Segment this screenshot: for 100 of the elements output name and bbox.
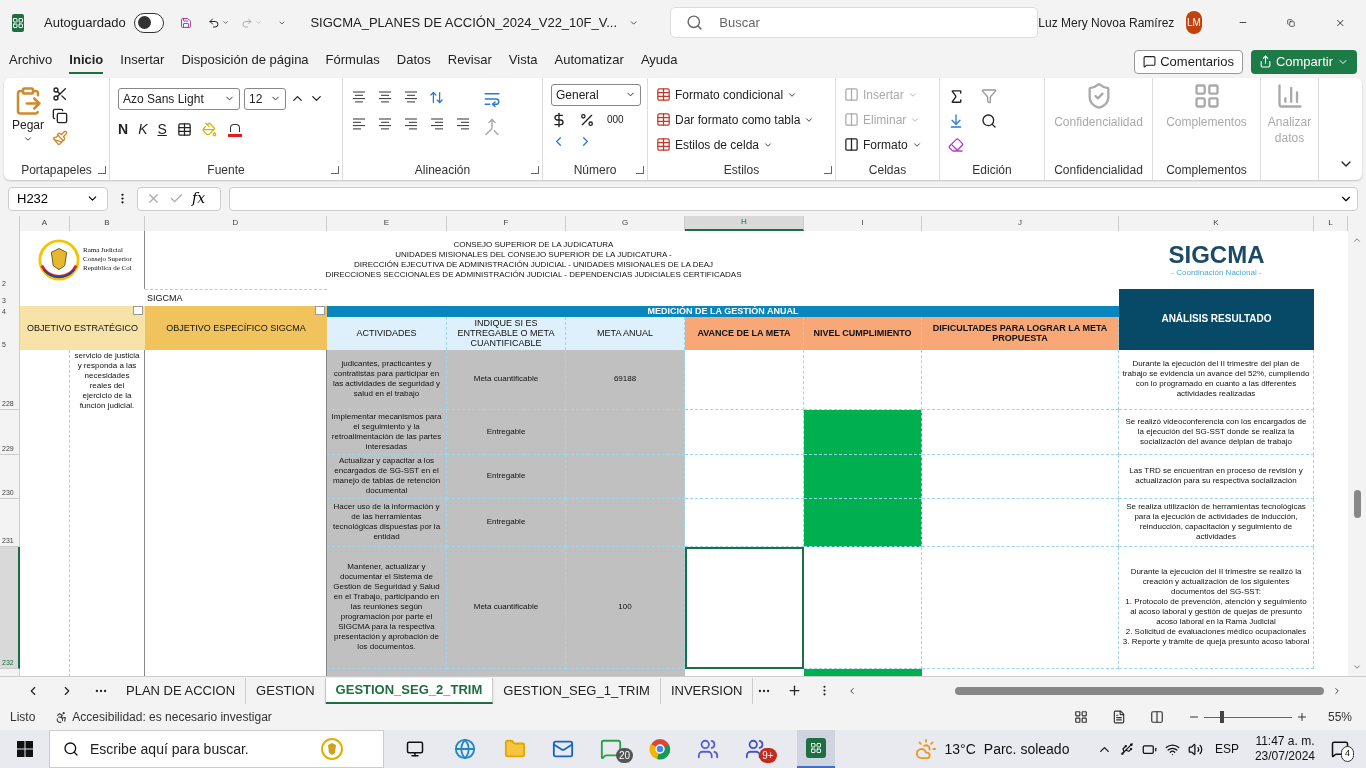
zoom-level[interactable]: 55%	[1327, 708, 1352, 727]
percent-icon[interactable]	[579, 111, 595, 128]
scroll-thumb[interactable]	[955, 686, 1324, 695]
mail-icon[interactable]	[552, 738, 574, 760]
browser-icon[interactable]	[454, 738, 476, 760]
user-avatar[interactable]: LM	[1186, 11, 1202, 35]
scroll-right-icon[interactable]	[1332, 685, 1342, 696]
decrease-indent-icon[interactable]	[429, 116, 445, 131]
share-button[interactable]: Compartir	[1250, 49, 1357, 74]
spreadsheet-app-icon[interactable]	[796, 730, 835, 768]
comments-button[interactable]: Comentarios	[1134, 49, 1243, 74]
font-name-field[interactable]: Azo Sans Light	[118, 87, 240, 110]
underline-button[interactable]: S	[157, 118, 167, 140]
menu-tab[interactable]: Ayuda	[640, 50, 678, 74]
font-color-icon[interactable]	[226, 121, 243, 138]
column-header[interactable]: B	[70, 215, 145, 231]
name-box[interactable]: H232	[8, 186, 108, 211]
sheet-tab[interactable]: GESTION_SEG_2_TRIM	[325, 677, 494, 704]
formula-field[interactable]	[229, 186, 1358, 211]
menu-tab[interactable]: Vista	[508, 50, 538, 74]
currency-icon[interactable]	[551, 111, 567, 128]
column-header[interactable]: H	[685, 215, 804, 231]
column-header[interactable]: L	[1314, 215, 1348, 231]
borders-icon[interactable]	[176, 121, 192, 137]
cells-menu-button[interactable]: Formato	[844, 135, 922, 154]
menu-tab[interactable]: Revisar	[447, 50, 492, 74]
increase-indent-icon[interactable]	[455, 116, 471, 131]
zoom-slider[interactable]	[1203, 711, 1292, 724]
page-layout-icon[interactable]	[1111, 710, 1126, 725]
filter-dropdown-icon[interactable]	[315, 305, 325, 315]
filter-dropdown-icon[interactable]	[133, 305, 143, 315]
dialog-launcher-icon[interactable]	[636, 165, 644, 174]
menu-tab[interactable]: Insertar	[120, 50, 165, 74]
menu-tab[interactable]: Datos	[396, 50, 431, 74]
thousands-button[interactable]: 000	[607, 112, 624, 128]
insert-function-button[interactable]: fx	[192, 188, 206, 210]
style-menu-button[interactable]: Formato condicional	[656, 85, 815, 104]
align-center-icon[interactable]	[377, 116, 393, 131]
number-format-field[interactable]: General	[551, 83, 641, 106]
fill-down-icon[interactable]	[948, 112, 964, 129]
italic-button[interactable]: K	[138, 118, 148, 140]
column-header[interactable]: K	[1119, 215, 1314, 231]
column-header[interactable]: E	[327, 215, 447, 231]
column-header[interactable]: F	[447, 215, 566, 231]
sort-filter-icon[interactable]	[981, 87, 997, 104]
volume-icon[interactable]	[1187, 741, 1203, 757]
menu-tab[interactable]: Archivo	[9, 50, 53, 74]
format-painter-icon[interactable]	[52, 129, 69, 146]
menu-tab[interactable]: Fórmulas	[325, 50, 380, 74]
orientation-icon[interactable]	[429, 89, 444, 105]
style-menu-button[interactable]: Estilos de celda	[656, 135, 815, 154]
dialog-launcher-icon[interactable]	[531, 165, 539, 174]
task-view-icon[interactable]	[406, 740, 424, 758]
menu-tab[interactable]: Automatizar	[554, 50, 624, 74]
normal-view-icon[interactable]	[1073, 710, 1088, 725]
eraser-icon[interactable]	[948, 136, 964, 153]
search-field[interactable]: Buscar	[670, 7, 1039, 39]
team-chat-icon[interactable]	[697, 738, 720, 760]
align-top-icon[interactable]	[351, 90, 367, 105]
page-break-icon[interactable]	[1149, 710, 1164, 725]
column-header[interactable]: J	[922, 215, 1119, 231]
file-name[interactable]: SIGCMA_PLANES DE ACCIÓN_2024_V22_10F_V...	[310, 13, 618, 33]
zoom-in-icon[interactable]	[1295, 711, 1308, 724]
bold-button[interactable]: N	[118, 118, 129, 140]
menu-tab[interactable]: Disposición de página	[181, 50, 309, 74]
restore-icon[interactable]	[1287, 16, 1296, 29]
font-size-field[interactable]: 12	[244, 87, 286, 110]
sheet-tab[interactable]: GESTION	[246, 677, 326, 704]
fill-color-icon[interactable]	[201, 121, 217, 137]
align-left-icon[interactable]	[351, 116, 367, 131]
dialog-launcher-icon[interactable]	[824, 165, 832, 174]
table-cell[interactable]	[685, 546, 804, 669]
sheet-tab[interactable]: PLAN DE ACCION	[116, 677, 247, 704]
zoom-thumb[interactable]	[1219, 711, 1224, 724]
taskbar-search-field[interactable]: Escribe aquí para buscar.	[49, 730, 384, 768]
copy-icon[interactable]	[52, 107, 69, 124]
accessibility-button[interactable]: Accesibilidad: es necesario investigar	[55, 708, 272, 727]
chrome-browser-icon[interactable]	[649, 738, 672, 760]
cut-icon[interactable]	[52, 85, 69, 102]
paste-button[interactable]: Pegar	[12, 81, 45, 146]
find-icon[interactable]	[981, 112, 997, 129]
dialog-launcher-icon[interactable]	[98, 165, 106, 174]
add-sheet-icon[interactable]	[787, 683, 803, 699]
wifi-icon[interactable]	[1164, 741, 1180, 757]
sheet-tab[interactable]: GESTION_SEG_1_TRIM	[493, 677, 661, 704]
vertical-scrollbar[interactable]	[1348, 230, 1366, 677]
column-header[interactable]: I	[804, 215, 922, 231]
align-middle-icon[interactable]	[377, 90, 393, 105]
align-bottom-icon[interactable]	[403, 90, 419, 105]
language-indicator[interactable]: ESP	[1214, 740, 1239, 758]
dialog-launcher-icon[interactable]	[331, 165, 339, 174]
column-header[interactable]: D	[145, 215, 327, 231]
device-icon[interactable]	[1119, 742, 1134, 756]
style-menu-button[interactable]: Dar formato como tabla	[656, 110, 815, 129]
scroll-thumb[interactable]	[1353, 489, 1361, 518]
autosave-toggle[interactable]	[133, 12, 165, 33]
menu-tab[interactable]: Inicio	[69, 50, 104, 74]
column-header[interactable]: A	[20, 215, 70, 231]
windows-start-icon[interactable]	[17, 741, 33, 757]
align-right-icon[interactable]	[403, 116, 419, 131]
